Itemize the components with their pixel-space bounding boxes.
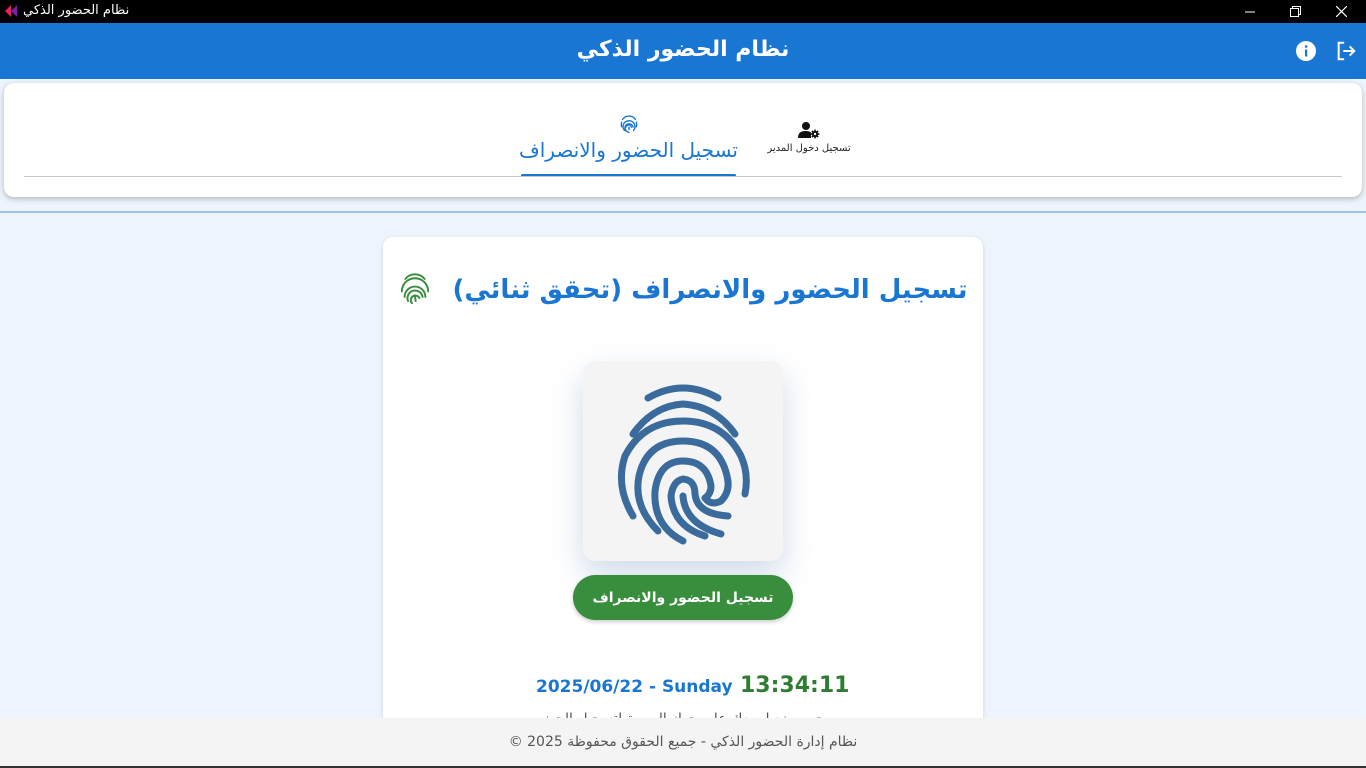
section-divider — [0, 211, 1366, 213]
current-time: 13:34:11 — [740, 673, 850, 698]
tab-admin-login[interactable]: تسجيل دخول المدير — [759, 121, 859, 154]
card-title: تسجيل الحضور والانصراف (تحقق ثنائي) — [452, 275, 968, 305]
tab-divider — [24, 176, 1342, 177]
restore-icon — [1289, 6, 1301, 17]
app-icon — [5, 5, 17, 17]
tab-bar: تسجيل الحضور والانصراف تسجيل دخول المدير — [4, 83, 1362, 197]
info-button[interactable] — [1294, 39, 1318, 63]
tab-attendance-label: تسجيل الحضور والانصراف — [519, 138, 738, 162]
minimize-icon — [1245, 11, 1255, 12]
tab-attendance[interactable]: تسجيل الحضور والانصراف — [519, 113, 738, 177]
fingerprint-icon — [617, 384, 750, 545]
footer-text: نظام إدارة الحضور الذكي - جميع الحقوق مح… — [508, 734, 858, 750]
card-header: تسجيل الحضور والانصراف (تحقق ثنائي) — [401, 267, 968, 313]
restore-button[interactable] — [1272, 0, 1318, 23]
window-title-bar: نظام الحضور الذكي — [0, 0, 1366, 23]
fingerprint-icon — [620, 115, 637, 133]
user-gear-icon — [798, 122, 820, 139]
tab-admin-label: تسجيل دخول المدير — [767, 143, 851, 154]
app-title: نظام الحضور الذكي — [576, 37, 790, 62]
info-icon — [1296, 41, 1316, 61]
close-button[interactable] — [1318, 0, 1364, 23]
fingerprint-scanner[interactable] — [583, 361, 783, 561]
app-bar: نظام الحضور الذكي — [0, 23, 1366, 79]
window-title: نظام الحضور الذكي — [23, 3, 130, 18]
logout-icon — [1337, 41, 1356, 61]
current-date: 2025/06/22 - Sunday — [536, 677, 733, 697]
logout-button[interactable] — [1334, 39, 1358, 63]
attendance-card: تسجيل الحضور والانصراف (تحقق ثنائي) تسجي… — [383, 237, 983, 737]
fingerprint-icon — [398, 272, 432, 308]
close-icon — [1335, 6, 1347, 17]
footer: نظام إدارة الحضور الذكي - جميع الحقوق مح… — [0, 718, 1366, 766]
register-attendance-button[interactable]: تسجيل الحضور والانصراف — [573, 575, 793, 620]
minimize-button[interactable] — [1227, 0, 1273, 23]
